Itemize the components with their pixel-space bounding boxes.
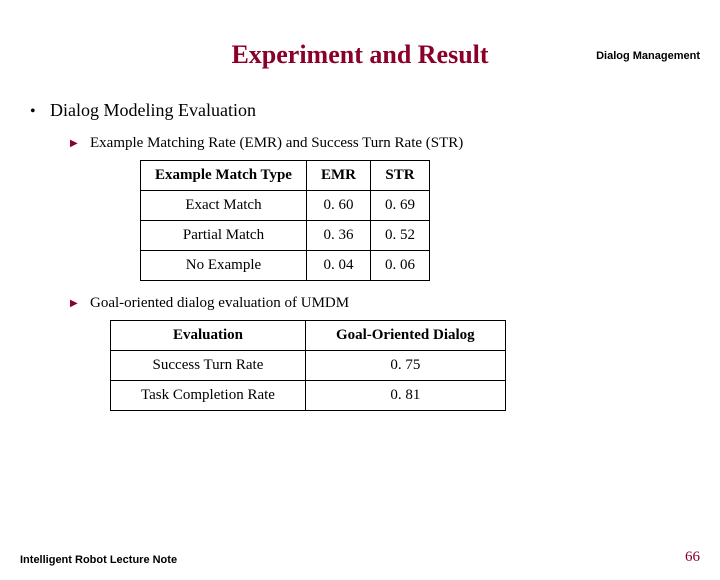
col-goal-dialog: Goal-Oriented Dialog — [305, 321, 505, 351]
sub-bullet-1: ▶ Example Matching Rate (EMR) and Succes… — [70, 135, 720, 152]
triangle-icon: ▶ — [70, 138, 90, 149]
cell: Exact Match — [141, 191, 307, 221]
table-row: Success Turn Rate 0. 75 — [111, 351, 506, 381]
table-header-row: Evaluation Goal-Oriented Dialog — [111, 321, 506, 351]
cell: 0. 69 — [370, 191, 429, 221]
col-match-type: Example Match Type — [141, 161, 307, 191]
col-evaluation: Evaluation — [111, 321, 306, 351]
table-header-row: Example Match Type EMR STR — [141, 161, 430, 191]
table-row: Exact Match 0. 60 0. 69 — [141, 191, 430, 221]
sub-bullet-2: ▶ Goal-oriented dialog evaluation of UMD… — [70, 295, 720, 312]
bullet-main: • Dialog Modeling Evaluation — [30, 100, 720, 121]
footer-note: Intelligent Robot Lecture Note — [20, 554, 177, 566]
cell: 0. 75 — [305, 351, 505, 381]
col-emr: EMR — [306, 161, 370, 191]
cell: No Example — [141, 251, 307, 281]
sub-text-2: Goal-oriented dialog evaluation of UMDM — [90, 295, 349, 312]
cell: 0. 36 — [306, 221, 370, 251]
table-row: No Example 0. 04 0. 06 — [141, 251, 430, 281]
content-area: • Dialog Modeling Evaluation ▶ Example M… — [0, 100, 720, 411]
triangle-icon: ▶ — [70, 298, 90, 309]
cell: Partial Match — [141, 221, 307, 251]
cell: 0. 60 — [306, 191, 370, 221]
cell: Task Completion Rate — [111, 381, 306, 411]
bullet-marker: • — [30, 103, 50, 121]
page-number: 66 — [685, 549, 700, 566]
cell: 0. 52 — [370, 221, 429, 251]
table-goal-oriented: Evaluation Goal-Oriented Dialog Success … — [110, 320, 506, 411]
col-str: STR — [370, 161, 429, 191]
sub-text-1: Example Matching Rate (EMR) and Success … — [90, 135, 463, 152]
cell: 0. 81 — [305, 381, 505, 411]
cell: 0. 04 — [306, 251, 370, 281]
table-emr-str: Example Match Type EMR STR Exact Match 0… — [140, 160, 430, 281]
bullet-text: Dialog Modeling Evaluation — [50, 100, 256, 121]
header-label: Dialog Management — [596, 50, 700, 62]
table-row: Task Completion Rate 0. 81 — [111, 381, 506, 411]
table-row: Partial Match 0. 36 0. 52 — [141, 221, 430, 251]
cell: 0. 06 — [370, 251, 429, 281]
cell: Success Turn Rate — [111, 351, 306, 381]
